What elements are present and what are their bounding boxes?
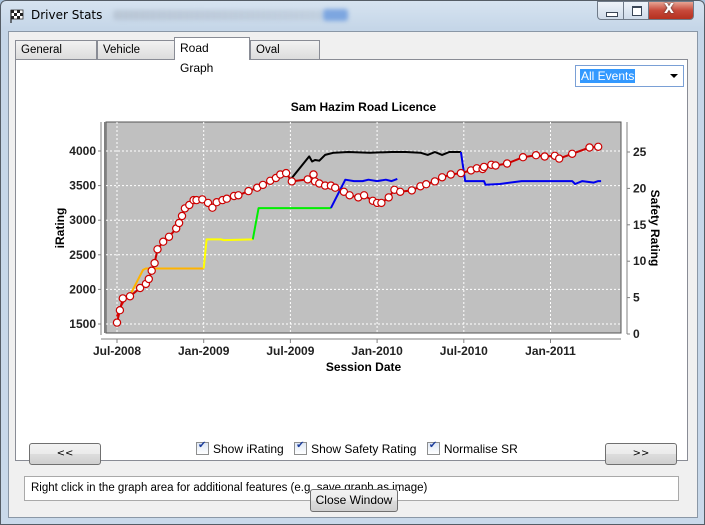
road-graph-panel: All Events Sam Hazim Road Licence 1500 20… <box>15 59 688 501</box>
irating-point <box>555 154 564 163</box>
y-axis-label: iRating <box>53 208 67 249</box>
minimize-button[interactable] <box>597 1 624 20</box>
irating-point <box>244 186 253 196</box>
tab-road-graph[interactable]: Road Graph <box>174 37 250 75</box>
irating-point <box>396 187 405 196</box>
y-tick-label: 2500 <box>69 248 96 262</box>
irating-point <box>118 294 128 303</box>
previous-button[interactable]: << <box>29 443 101 465</box>
y2-tick-label: 10 <box>633 254 647 268</box>
minimize-icon <box>606 12 618 17</box>
close-icon: X <box>664 2 675 17</box>
irating-point <box>437 173 447 182</box>
next-button[interactable]: >> <box>605 443 677 465</box>
normalise-sr-label: Normalise SR <box>443 441 518 456</box>
checkered-flag-icon <box>10 9 24 23</box>
y-tick-label: 2000 <box>69 282 96 296</box>
irating-point <box>479 162 489 172</box>
irating-point <box>281 168 291 178</box>
blurred-title-area <box>113 10 323 20</box>
window-title: Driver Stats <box>31 8 103 22</box>
irating-point <box>540 152 549 161</box>
irating-point <box>430 177 440 186</box>
checkbox-checked-icon <box>294 440 308 455</box>
irating-point <box>309 170 318 179</box>
irating-point <box>384 193 393 202</box>
y2-tick-label: 20 <box>633 181 647 195</box>
normalise-sr-checkbox[interactable]: Normalise SR <box>426 440 518 456</box>
irating-point <box>331 183 340 192</box>
driver-stats-window: Driver Stats X General Stats Vehicle Sta… <box>0 0 705 525</box>
show-irating-label: Show iRating <box>213 441 284 456</box>
irating-point <box>594 142 603 152</box>
tab-vehicle-stats[interactable]: Vehicle Stats <box>97 40 175 74</box>
show-irating-checkbox[interactable]: Show iRating <box>196 440 284 456</box>
irating-point <box>502 159 512 168</box>
y2-tick-label: 25 <box>633 145 647 159</box>
y-tick-label: 1500 <box>69 317 96 331</box>
irating-point <box>164 232 174 241</box>
client-area: General Stats Vehicle Stats Road Graph O… <box>8 31 698 518</box>
checkbox-checked-icon <box>426 440 440 455</box>
irating-point <box>287 177 296 186</box>
x-tick-label: Jul-2010 <box>440 344 488 358</box>
title-bar[interactable]: Driver Stats X <box>1 1 704 31</box>
show-safety-rating-checkbox[interactable]: Show Safety Rating <box>294 440 417 456</box>
irating-point <box>377 198 386 208</box>
y-tick-label: 4000 <box>69 144 96 158</box>
y2-tick-label: 0 <box>633 327 640 341</box>
irating-point <box>568 149 577 159</box>
irating-point <box>125 292 135 301</box>
x-tick-label: Jul-2008 <box>93 344 141 358</box>
irating-point <box>150 258 159 268</box>
chart-title: Sam Hazim Road Licence <box>291 100 437 114</box>
irating-point <box>446 170 455 179</box>
irating-point <box>491 161 500 170</box>
checkbox-checked-icon <box>196 440 209 455</box>
irating-point <box>518 152 528 162</box>
road-licence-chart[interactable]: Sam Hazim Road Licence 1500 2000 2500 3000 3… <box>16 60 687 380</box>
x-tick-label: Jul-2009 <box>266 344 314 358</box>
y-tick-label: 3500 <box>69 179 96 193</box>
x-tick-label: Jan-2011 <box>525 344 576 358</box>
maximize-button[interactable] <box>623 1 649 20</box>
irating-point <box>177 211 187 221</box>
irating-point <box>115 305 125 315</box>
tab-oval-graph[interactable]: Oval Graph <box>250 40 320 74</box>
maximize-icon <box>632 6 642 16</box>
y2-tick-label: 5 <box>633 291 640 305</box>
irating-point <box>422 179 431 189</box>
show-safety-rating-label: Show Safety Rating <box>311 441 417 456</box>
y-tick-label: 3000 <box>69 213 96 227</box>
tab-general-stats[interactable]: General Stats <box>15 40 97 74</box>
y2-tick-label: 15 <box>633 218 647 232</box>
irating-point <box>345 191 354 200</box>
y2-axis-label: Safety Rating <box>648 190 662 267</box>
close-window-button[interactable]: Close Window <box>310 489 398 512</box>
irating-point <box>531 150 541 160</box>
irating-point <box>153 245 162 254</box>
close-button[interactable]: X <box>648 1 694 20</box>
x-axis-label: Session Date <box>326 360 402 374</box>
blurred-title-badge <box>323 9 348 21</box>
irating-point <box>174 218 184 228</box>
irating-point <box>112 318 122 327</box>
irating-point <box>144 274 153 284</box>
irating-point <box>147 266 156 275</box>
irating-point <box>258 180 268 190</box>
graph-options: Show iRating Show Safety Rating Normalis… <box>196 440 525 459</box>
irating-point <box>456 168 466 178</box>
x-tick-label: Jan-2010 <box>351 344 403 358</box>
irating-point <box>585 143 594 152</box>
irating-point <box>234 191 243 200</box>
irating-point <box>407 186 416 195</box>
x-tick-label: Jan-2009 <box>178 344 230 358</box>
irating-point <box>222 194 231 203</box>
irating-point <box>359 191 369 200</box>
